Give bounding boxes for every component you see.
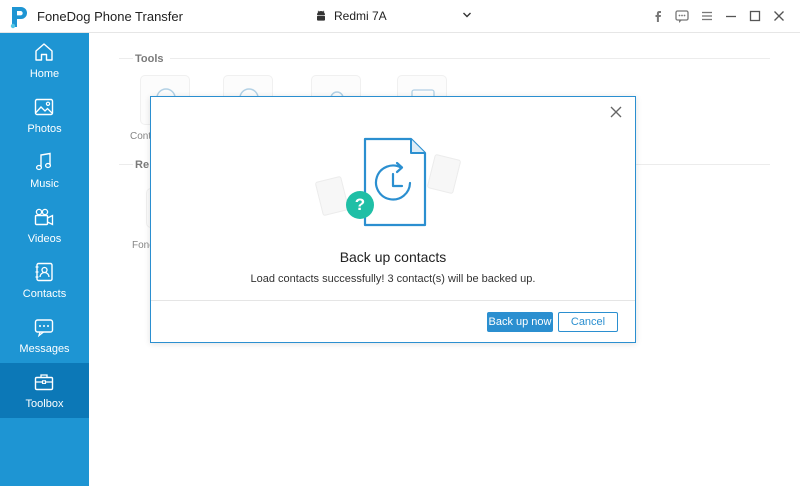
sidebar-item-label: Photos bbox=[27, 123, 62, 135]
back-up-now-button[interactable]: Back up now bbox=[487, 312, 553, 332]
title-bar: FoneDog Phone Transfer Redmi 7A bbox=[0, 0, 800, 33]
sidebar-item-messages[interactable]: Messages bbox=[0, 308, 89, 363]
dialog-message: Load contacts successfully! 3 contact(s)… bbox=[250, 273, 536, 285]
sidebar-item-music[interactable]: Music bbox=[0, 143, 89, 198]
toolbox-icon bbox=[34, 374, 54, 391]
android-icon bbox=[317, 10, 325, 21]
maximize-icon[interactable] bbox=[747, 8, 763, 24]
music-icon bbox=[35, 152, 52, 171]
device-name: Redmi 7A bbox=[334, 9, 387, 23]
app-logo-icon bbox=[8, 5, 30, 29]
sidebar-item-label: Contacts bbox=[22, 288, 67, 300]
photos-icon bbox=[34, 98, 54, 116]
dialog-divider bbox=[151, 300, 635, 301]
sidebar-item-contacts[interactable]: Contacts bbox=[0, 253, 89, 308]
minimize-icon[interactable] bbox=[723, 8, 739, 24]
messages-icon bbox=[34, 319, 54, 338]
sidebar-item-label: Music bbox=[30, 178, 59, 190]
sidebar-item-label: Videos bbox=[27, 233, 62, 245]
close-icon[interactable] bbox=[771, 8, 787, 24]
sidebar-item-label: Messages bbox=[19, 343, 70, 355]
app-window: FoneDog Phone Transfer Redmi 7A Home Pho… bbox=[0, 0, 800, 486]
cancel-button[interactable]: Cancel bbox=[558, 312, 618, 332]
dialog-close-icon[interactable] bbox=[609, 105, 623, 119]
home-icon bbox=[35, 43, 53, 61]
contacts-icon bbox=[35, 262, 53, 282]
sidebar-item-home[interactable]: Home bbox=[0, 33, 89, 88]
sidebar-item-videos[interactable]: Videos bbox=[0, 198, 89, 253]
sidebar: Home Photos Music Videos Contacts Messag… bbox=[0, 33, 89, 486]
menu-icon[interactable] bbox=[699, 8, 715, 24]
device-selector[interactable]: Redmi 7A bbox=[312, 3, 478, 29]
chevron-down-icon bbox=[463, 12, 471, 18]
sidebar-item-label: Home bbox=[29, 68, 60, 80]
question-badge-icon: ? bbox=[354, 195, 366, 214]
sidebar-item-photos[interactable]: Photos bbox=[0, 88, 89, 143]
app-title: FoneDog Phone Transfer bbox=[37, 9, 183, 24]
backup-contacts-dialog: ? Back up contacts Load contacts success… bbox=[150, 96, 636, 343]
dialog-title: Back up contacts bbox=[339, 249, 447, 265]
sidebar-item-label: Toolbox bbox=[25, 398, 64, 410]
feedback-icon[interactable] bbox=[674, 8, 690, 24]
sidebar-item-toolbox[interactable]: Toolbox bbox=[0, 363, 89, 418]
facebook-icon[interactable] bbox=[650, 8, 666, 24]
backup-document-icon bbox=[315, 137, 461, 227]
videos-icon bbox=[34, 208, 54, 226]
